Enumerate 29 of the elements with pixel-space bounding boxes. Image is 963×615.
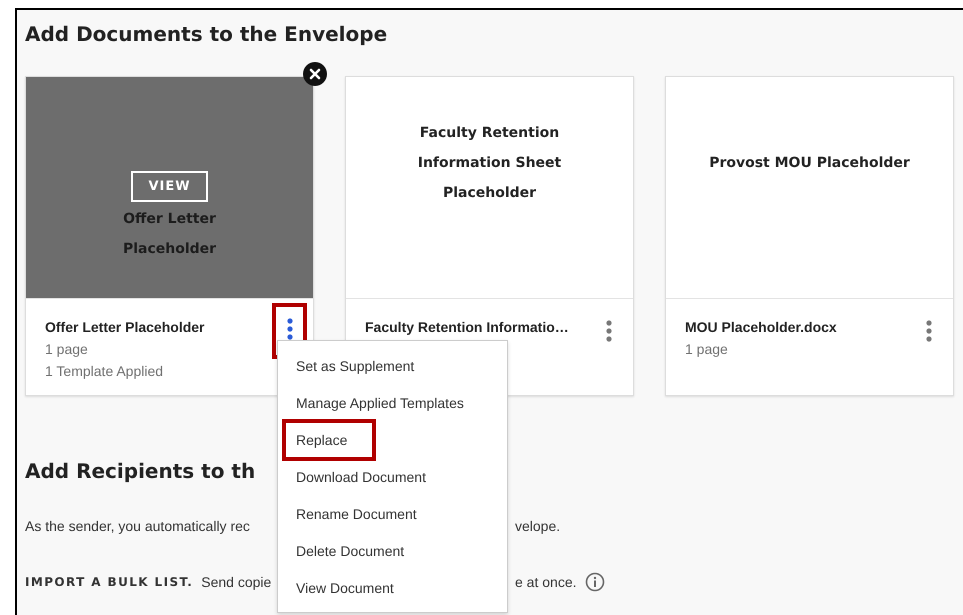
menu-item[interactable]: Replace bbox=[282, 419, 376, 461]
thumbnail-title: Faculty Retention Information Sheet Placeholder bbox=[416, 124, 562, 202]
menu-item[interactable]: View Document bbox=[278, 569, 507, 606]
more-icon bbox=[606, 319, 612, 343]
more-icon bbox=[926, 319, 932, 343]
thumbnail-title: Provost MOU Placeholder bbox=[709, 154, 910, 172]
template-count: 1 Template Applied bbox=[45, 363, 164, 379]
sender-note: velope. bbox=[515, 518, 562, 534]
page-count: 1 page bbox=[685, 341, 729, 357]
thumbnail-title: Offer Letter Placeholder bbox=[122, 210, 218, 259]
document-name: Offer Letter Placeholder bbox=[45, 319, 206, 335]
close-icon[interactable] bbox=[303, 62, 327, 86]
import-label: IMPORT A BULK LIST. bbox=[25, 575, 194, 589]
info-icon[interactable] bbox=[584, 572, 604, 592]
menu-item[interactable]: Manage Applied Templates bbox=[278, 384, 507, 421]
import-text: Send copie bbox=[201, 574, 272, 590]
page-count: 1 page bbox=[45, 341, 89, 357]
document-name: MOU Placeholder.docx bbox=[685, 319, 838, 335]
document-name: Faculty Retention Informatio… bbox=[365, 319, 570, 335]
section-title: Add Recipients to th bbox=[25, 459, 256, 483]
more-icon bbox=[286, 317, 292, 341]
sender-note: As the sender, you automatically rec bbox=[25, 518, 251, 534]
menu-item[interactable]: Download Document bbox=[278, 458, 507, 495]
section-title: Add Documents to the Envelope bbox=[25, 22, 388, 46]
view-button[interactable]: VIEW bbox=[131, 171, 208, 202]
menu-item[interactable]: Set as Supplement bbox=[278, 347, 507, 384]
menu-item[interactable]: Delete Document bbox=[278, 532, 507, 569]
import-text: e at once. bbox=[515, 574, 576, 590]
menu-item[interactable]: Rename Document bbox=[278, 495, 507, 532]
